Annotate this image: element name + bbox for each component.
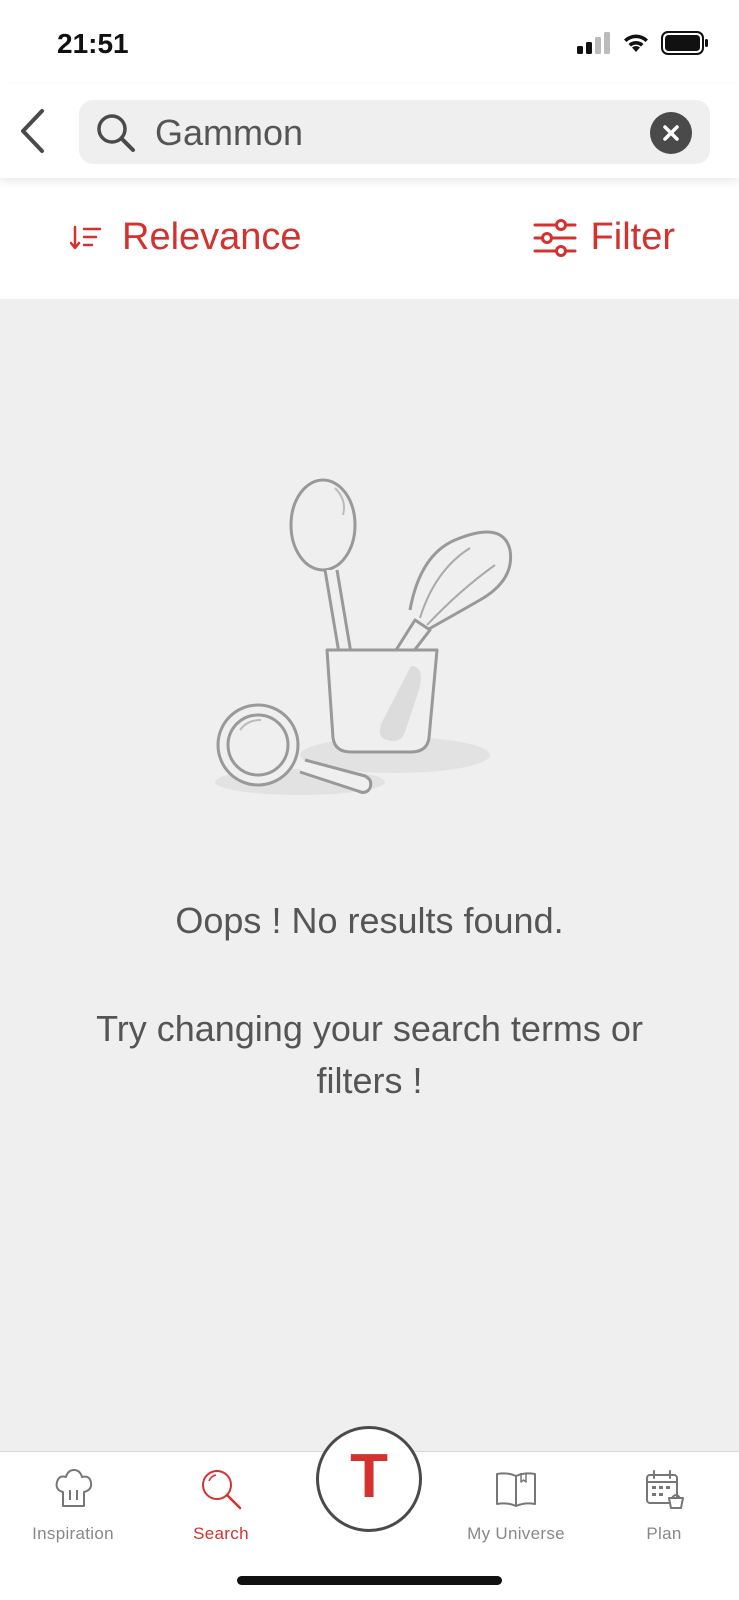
status-time: 21:51 xyxy=(57,28,129,59)
tab-inspiration[interactable]: Inspiration xyxy=(3,1468,143,1544)
center-button-letter: T xyxy=(350,1442,388,1511)
search-input[interactable]: Gammon xyxy=(79,100,710,164)
tab-my-universe[interactable]: My Universe xyxy=(446,1468,586,1544)
search-icon xyxy=(202,1470,242,1510)
thermomix-center-button[interactable]: T xyxy=(316,1426,422,1532)
signal-icon xyxy=(577,32,610,54)
clear-search-button[interactable] xyxy=(650,112,692,154)
back-button[interactable] xyxy=(12,106,52,156)
chef-hat-icon xyxy=(55,1469,93,1507)
tab-label-search: Search xyxy=(193,1524,249,1543)
search-icon xyxy=(97,114,135,152)
search-query-text: Gammon xyxy=(155,112,304,153)
book-icon xyxy=(496,1472,536,1507)
search-header: Gammon xyxy=(0,84,739,178)
sort-filter-bar: Relevance Filter xyxy=(0,178,739,299)
no-results-subtitle: Try changing your search terms or filter… xyxy=(96,1008,643,1101)
sort-button[interactable]: Relevance xyxy=(70,216,302,259)
status-bar: 21:51 xyxy=(0,0,739,84)
tab-plan[interactable]: Plan xyxy=(594,1468,734,1544)
sliders-icon xyxy=(533,218,577,257)
home-indicator xyxy=(237,1576,502,1585)
battery-icon xyxy=(661,31,708,55)
close-icon xyxy=(663,125,679,141)
sort-icon xyxy=(70,225,102,249)
status-icons xyxy=(577,30,709,56)
calendar-icon xyxy=(646,1470,684,1509)
filter-button[interactable]: Filter xyxy=(533,216,675,259)
chevron-left-icon xyxy=(21,109,44,153)
wifi-icon xyxy=(624,34,648,52)
tab-label-my-universe: My Universe xyxy=(467,1524,565,1543)
tab-search[interactable]: Search xyxy=(151,1468,291,1544)
sort-label: Relevance xyxy=(122,216,302,258)
filter-label: Filter xyxy=(590,216,675,258)
tab-label-plan: Plan xyxy=(646,1524,682,1543)
tab-label-inspiration: Inspiration xyxy=(32,1524,114,1543)
kitchen-utensils-illustration xyxy=(215,478,513,795)
no-results-title: Oops ! No results found. xyxy=(175,900,564,941)
